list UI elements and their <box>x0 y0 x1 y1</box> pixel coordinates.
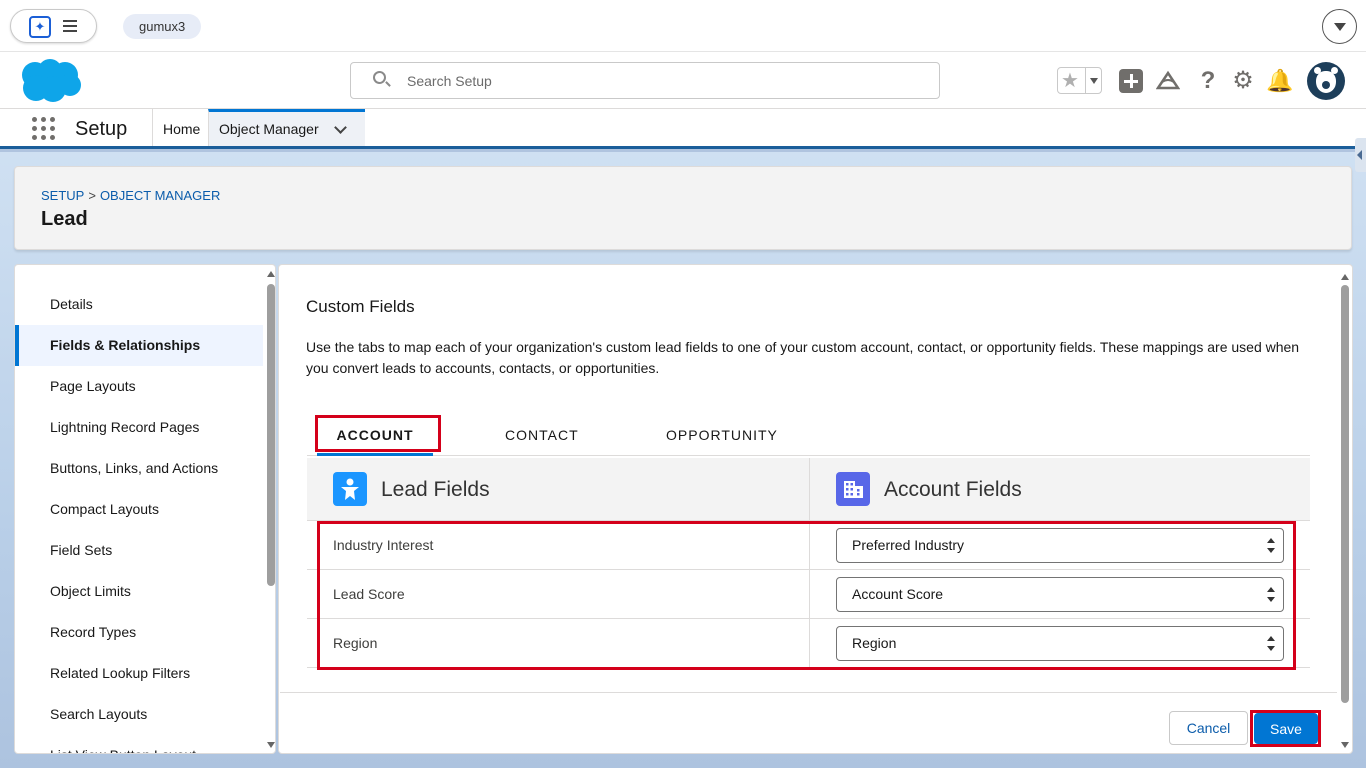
salesforce-logo[interactable] <box>18 58 82 104</box>
object-sidebar: Details Fields & Relationships Page Layo… <box>14 264 276 754</box>
sidebar-item-search-layouts[interactable]: Search Layouts <box>15 694 263 735</box>
gear-icon[interactable]: ⚙ <box>1231 69 1255 93</box>
sidebar-item-lightning-record-pages[interactable]: Lightning Record Pages <box>15 407 263 448</box>
add-icon[interactable] <box>1119 69 1143 93</box>
breadcrumb-object-manager[interactable]: OBJECT MANAGER <box>100 188 220 203</box>
bell-icon[interactable]: 🔔 <box>1266 69 1293 93</box>
card-title: Custom Fields <box>306 297 415 316</box>
sidebar-item-field-sets[interactable]: Field Sets <box>15 530 263 571</box>
mapping-tabs: ACCOUNT CONTACT OPPORTUNITY <box>307 414 1310 456</box>
tab-contact[interactable]: CONTACT <box>505 414 579 456</box>
org-tag[interactable]: gumux3 <box>123 14 202 39</box>
sparkle-icon: ✦ <box>29 16 51 38</box>
menu-icon <box>63 20 77 32</box>
highlight-box <box>315 415 441 452</box>
sidebar-scrollbar[interactable] <box>265 265 275 753</box>
nav-object-manager[interactable]: Object Manager <box>208 109 365 146</box>
column-header-lead-label: Lead Fields <box>381 478 490 501</box>
highlight-box <box>1250 710 1321 747</box>
sidebar-item-buttons-links-actions[interactable]: Buttons, Links, and Actions <box>15 448 263 489</box>
scroll-thumb[interactable] <box>1341 285 1349 703</box>
favorites-button[interactable]: ★ <box>1057 67 1102 94</box>
lead-icon <box>333 472 367 506</box>
nav-home[interactable]: Home <box>152 109 210 146</box>
sidebar-item-object-limits[interactable]: Object Limits <box>15 571 263 612</box>
search-input[interactable] <box>407 71 907 91</box>
sidebar-item-fields-relationships[interactable]: Fields & Relationships <box>15 325 263 366</box>
trailhead-icon[interactable] <box>1156 69 1180 93</box>
side-panel-toggle[interactable] <box>1355 138 1366 172</box>
global-header: ★ ? ⚙ 🔔 <box>0 52 1366 109</box>
sidebar-item-details[interactable]: Details <box>15 284 263 325</box>
context-bar: Setup Home Object Manager <box>0 109 1366 149</box>
chevron-down-icon[interactable] <box>1322 9 1357 44</box>
column-header-account-label: Account Fields <box>884 478 1022 501</box>
app-name: Setup <box>75 118 128 140</box>
assistant-menu-button[interactable]: ✦ <box>10 9 97 43</box>
breadcrumb: SETUP > OBJECT MANAGER <box>41 188 220 203</box>
column-header-lead: Lead Fields <box>333 472 490 507</box>
help-icon[interactable]: ? <box>1196 69 1220 93</box>
highlight-box <box>317 521 1296 670</box>
page-header: SETUP > OBJECT MANAGER Lead <box>14 166 1352 250</box>
star-icon: ★ <box>1061 70 1079 92</box>
scroll-up-icon[interactable] <box>1341 274 1349 280</box>
card-description: Use the tabs to map each of your organiz… <box>306 339 1300 376</box>
sidebar-item-related-lookup-filters[interactable]: Related Lookup Filters <box>15 653 263 694</box>
account-icon <box>836 472 870 506</box>
sidebar-item-page-layouts[interactable]: Page Layouts <box>15 366 263 407</box>
top-bar: ✦ gumux3 <box>0 0 1366 52</box>
page-title: Lead <box>41 208 88 230</box>
app-launcher-icon[interactable] <box>32 117 56 141</box>
search-box[interactable] <box>350 62 940 99</box>
favorites-dropdown[interactable] <box>1085 68 1102 93</box>
scroll-down-icon[interactable] <box>267 742 275 748</box>
sidebar-item-list-view-button-layout[interactable]: List View Button Layout <box>15 735 263 753</box>
breadcrumb-setup[interactable]: SETUP <box>41 188 84 203</box>
sidebar-item-compact-layouts[interactable]: Compact Layouts <box>15 489 263 530</box>
sidebar-item-record-types[interactable]: Record Types <box>15 612 263 653</box>
cancel-button[interactable]: Cancel <box>1169 711 1248 745</box>
avatar-face <box>1314 67 1338 93</box>
breadcrumb-separator: > <box>88 188 96 203</box>
scroll-up-icon[interactable] <box>267 271 275 277</box>
nav-object-manager-label: Object Manager <box>219 121 319 137</box>
avatar[interactable] <box>1307 62 1345 100</box>
main-panel: Custom Fields Use the tabs to map each o… <box>278 264 1353 754</box>
search-icon <box>373 71 386 84</box>
chevron-down-icon[interactable] <box>334 121 347 134</box>
scroll-down-icon[interactable] <box>1341 742 1349 748</box>
tab-opportunity[interactable]: OPPORTUNITY <box>666 414 778 456</box>
scroll-thumb[interactable] <box>267 284 275 586</box>
main-scrollbar[interactable] <box>1338 266 1352 754</box>
column-header-account: Account Fields <box>836 472 1022 507</box>
